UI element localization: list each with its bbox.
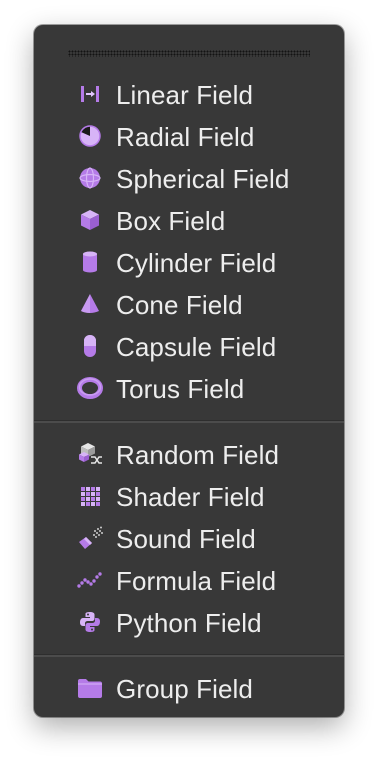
- linear-field-icon: [76, 81, 104, 107]
- formula-field-icon: [76, 567, 104, 593]
- spherical-field-icon: [76, 165, 104, 191]
- menu-item-capsule-field[interactable]: Capsule Field: [34, 325, 344, 367]
- menu-separator: [34, 420, 344, 423]
- capsule-field-icon: [76, 333, 104, 359]
- menu-item-label: Box Field: [116, 206, 226, 236]
- menu-item-label: Radial Field: [116, 122, 255, 152]
- menu-group-procedural: Random Field Shader Field Sound Field Fo…: [34, 433, 344, 643]
- shader-field-icon: [76, 483, 104, 509]
- menu-item-sound-field[interactable]: Sound Field: [34, 517, 344, 559]
- menu-item-random-field[interactable]: Random Field: [34, 433, 344, 475]
- cylinder-field-icon: [76, 249, 104, 275]
- menu-item-label: Sound Field: [116, 524, 256, 554]
- menu-separator: [34, 654, 344, 657]
- menu-item-linear-field[interactable]: Linear Field: [34, 73, 344, 115]
- menu-item-formula-field[interactable]: Formula Field: [34, 559, 344, 601]
- torus-field-icon: [76, 375, 104, 401]
- menu-group-primitives: Linear Field Radial Field Spherical Fiel…: [34, 73, 344, 409]
- menu-item-label: Shader Field: [116, 482, 265, 512]
- group-field-folder-icon: [76, 675, 104, 701]
- python-field-icon: [76, 609, 104, 635]
- menu-item-label: Cone Field: [116, 290, 243, 320]
- random-field-icon: [76, 441, 104, 467]
- menu-group-other: Group Field: [34, 667, 344, 709]
- context-menu: Linear Field Radial Field Spherical Fiel…: [34, 25, 344, 717]
- menu-item-python-field[interactable]: Python Field: [34, 601, 344, 643]
- menu-item-radial-field[interactable]: Radial Field: [34, 115, 344, 157]
- menu-item-label: Python Field: [116, 608, 262, 638]
- sound-field-icon: [76, 525, 104, 551]
- box-field-icon: [76, 207, 104, 233]
- menu-item-group-field[interactable]: Group Field: [34, 667, 344, 709]
- menu-item-label: Formula Field: [116, 566, 277, 596]
- menu-item-label: Linear Field: [116, 80, 254, 110]
- menu-item-label: Capsule Field: [116, 332, 277, 362]
- radial-field-icon: [76, 123, 104, 149]
- cone-field-icon: [76, 291, 104, 317]
- menu-item-label: Cylinder Field: [116, 248, 277, 278]
- menu-item-box-field[interactable]: Box Field: [34, 199, 344, 241]
- menu-item-label: Group Field: [116, 674, 253, 704]
- menu-item-label: Spherical Field: [116, 164, 290, 194]
- menu-item-spherical-field[interactable]: Spherical Field: [34, 157, 344, 199]
- menu-item-shader-field[interactable]: Shader Field: [34, 475, 344, 517]
- menu-item-torus-field[interactable]: Torus Field: [34, 367, 344, 409]
- menu-drag-handle[interactable]: [68, 50, 310, 57]
- menu-item-label: Random Field: [116, 440, 280, 470]
- menu-item-label: Torus Field: [116, 374, 245, 404]
- menu-item-cone-field[interactable]: Cone Field: [34, 283, 344, 325]
- menu-item-cylinder-field[interactable]: Cylinder Field: [34, 241, 344, 283]
